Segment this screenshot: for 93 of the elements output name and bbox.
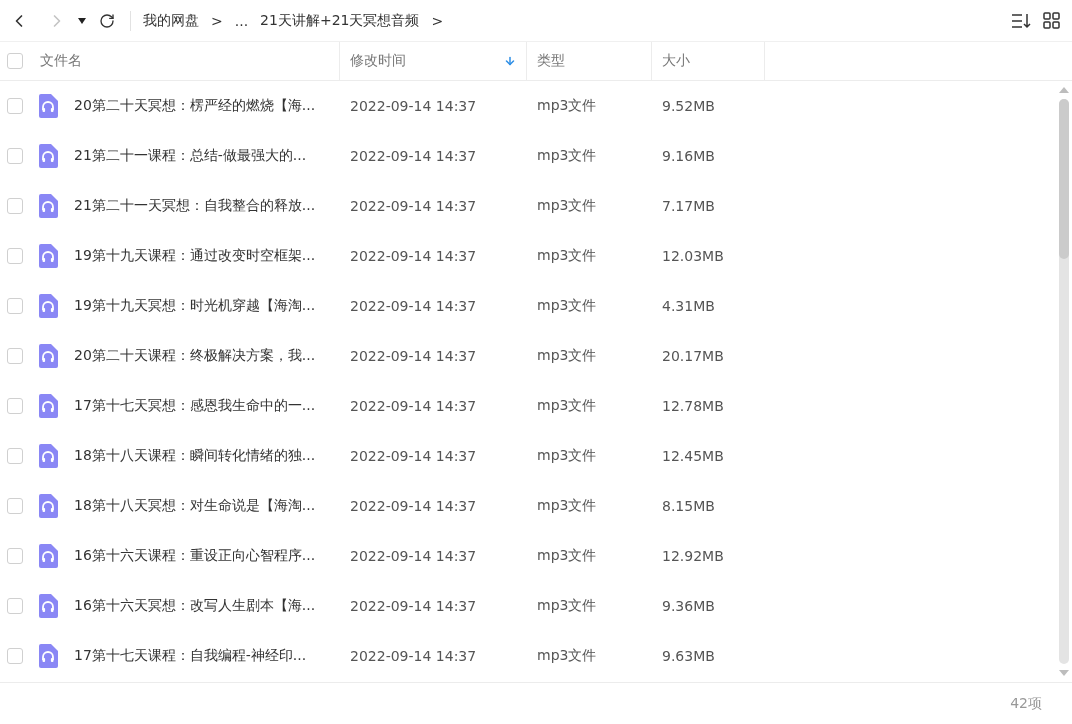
row-checkbox[interactable] bbox=[7, 598, 23, 614]
column-header[interactable]: 大小 bbox=[652, 42, 765, 80]
file-name[interactable]: 18第十八天课程：瞬间转化情绪的独... bbox=[74, 447, 340, 465]
file-type: mp3文件 bbox=[536, 547, 598, 565]
row-checkbox[interactable] bbox=[7, 348, 23, 364]
breadcrumb-separator: > bbox=[211, 12, 223, 29]
file-name[interactable]: 19第十九天课程：通过改变时空框架... bbox=[74, 247, 340, 265]
file-size: 9.63MB bbox=[661, 648, 716, 664]
file-size: 12.78MB bbox=[661, 398, 725, 414]
row-checkbox[interactable] bbox=[7, 548, 23, 564]
row-checkbox[interactable] bbox=[7, 248, 23, 264]
row-checkbox[interactable] bbox=[7, 198, 23, 214]
file-type: mp3文件 bbox=[536, 397, 598, 415]
file-name[interactable]: 21第二十一天冥想：自我整合的释放... bbox=[74, 197, 340, 215]
column-label: 文件名 bbox=[40, 52, 83, 70]
file-type: mp3文件 bbox=[536, 647, 598, 665]
file-name[interactable]: 21第二十一课程：总结-做最强大的... bbox=[74, 147, 340, 165]
file-size: 4.31MB bbox=[661, 298, 716, 314]
row-checkbox[interactable] bbox=[7, 498, 23, 514]
modified-time: 2022-09-14 14:37 bbox=[349, 448, 478, 464]
file-type: mp3文件 bbox=[536, 597, 598, 615]
audio-file-icon bbox=[38, 194, 58, 218]
modified-time: 2022-09-14 14:37 bbox=[349, 298, 478, 314]
file-size: 8.15MB bbox=[661, 498, 716, 514]
file-name[interactable]: 16第十六天冥想：改写人生剧本【海... bbox=[74, 597, 340, 615]
scroll-down-icon[interactable] bbox=[1059, 670, 1069, 676]
modified-time: 2022-09-14 14:37 bbox=[349, 498, 478, 514]
file-type: mp3文件 bbox=[536, 247, 598, 265]
column-header[interactable]: 类型 bbox=[527, 42, 652, 80]
breadcrumb-link[interactable]: ... bbox=[234, 12, 249, 29]
modified-time: 2022-09-14 14:37 bbox=[349, 648, 478, 664]
file-type: mp3文件 bbox=[536, 447, 598, 465]
scroll-up-icon[interactable] bbox=[1059, 87, 1069, 93]
column-label: 大小 bbox=[662, 52, 691, 70]
file-name[interactable]: 18第十八天冥想：对生命说是【海淘... bbox=[74, 497, 340, 515]
audio-file-icon bbox=[38, 644, 58, 668]
audio-file-icon bbox=[38, 494, 58, 518]
refresh-icon bbox=[99, 12, 115, 29]
file-type: mp3文件 bbox=[536, 97, 598, 115]
file-name[interactable]: 17第十七天课程：自我编程-神经印... bbox=[74, 647, 340, 665]
modified-time: 2022-09-14 14:37 bbox=[349, 198, 478, 214]
column-label: 类型 bbox=[537, 52, 566, 70]
file-type: mp3文件 bbox=[536, 147, 598, 165]
audio-file-icon bbox=[38, 594, 58, 618]
row-checkbox[interactable] bbox=[7, 648, 23, 664]
audio-file-icon bbox=[38, 94, 58, 118]
file-name[interactable]: 20第二十天课程：终极解决方案，我... bbox=[74, 347, 340, 365]
modified-time: 2022-09-14 14:37 bbox=[349, 248, 478, 264]
file-name[interactable]: 17第十七天冥想：感恩我生命中的一... bbox=[74, 397, 340, 415]
column-header[interactable]: 文件名 bbox=[30, 42, 340, 80]
column-label: 修改时间 bbox=[350, 52, 407, 70]
row-checkbox[interactable] bbox=[7, 298, 23, 314]
breadcrumb-link[interactable]: 21天讲解+21天冥想音频 bbox=[260, 11, 420, 30]
file-size: 9.36MB bbox=[661, 598, 716, 614]
modified-time: 2022-09-14 14:37 bbox=[349, 348, 478, 364]
audio-file-icon bbox=[38, 444, 58, 468]
sort-arrow-icon bbox=[504, 55, 516, 67]
modified-time: 2022-09-14 14:37 bbox=[349, 548, 478, 564]
breadcrumb-separator: > bbox=[431, 12, 444, 29]
column-header[interactable]: 修改时间 bbox=[340, 42, 527, 80]
modified-time: 2022-09-14 14:37 bbox=[349, 398, 478, 414]
file-type: mp3文件 bbox=[536, 297, 598, 315]
audio-file-icon bbox=[38, 144, 58, 168]
file-type: mp3文件 bbox=[536, 197, 598, 215]
breadcrumb-link[interactable]: 我的网盘 bbox=[143, 11, 199, 30]
audio-file-icon bbox=[38, 394, 58, 418]
row-checkbox[interactable] bbox=[7, 448, 23, 464]
audio-file-icon bbox=[38, 294, 58, 318]
file-type: mp3文件 bbox=[536, 497, 598, 515]
file-type: mp3文件 bbox=[536, 347, 598, 365]
file-size: 12.92MB bbox=[661, 548, 725, 564]
modified-time: 2022-09-14 14:37 bbox=[349, 148, 478, 164]
audio-file-icon bbox=[38, 544, 58, 568]
file-size: 9.52MB bbox=[661, 98, 716, 114]
row-checkbox[interactable] bbox=[7, 148, 23, 164]
file-size: 7.17MB bbox=[661, 198, 716, 214]
modified-time: 2022-09-14 14:37 bbox=[349, 598, 478, 614]
file-size: 20.17MB bbox=[661, 348, 725, 364]
modified-time: 2022-09-14 14:37 bbox=[349, 98, 478, 114]
scrollbar-track[interactable] bbox=[1059, 99, 1069, 664]
file-size: 9.16MB bbox=[661, 148, 716, 164]
audio-file-icon bbox=[38, 244, 58, 268]
row-checkbox[interactable] bbox=[7, 98, 23, 114]
file-size: 12.03MB bbox=[661, 248, 725, 264]
select-all-checkbox[interactable] bbox=[7, 53, 23, 69]
audio-file-icon bbox=[38, 344, 58, 368]
scrollbar-thumb[interactable] bbox=[1059, 99, 1069, 259]
row-checkbox[interactable] bbox=[7, 398, 23, 414]
file-name[interactable]: 20第二十天冥想：楞严经的燃烧【海... bbox=[74, 97, 340, 115]
file-name[interactable]: 19第十九天冥想：时光机穿越【海淘... bbox=[74, 297, 340, 315]
file-name[interactable]: 16第十六天课程：重设正向心智程序... bbox=[74, 547, 340, 565]
file-size: 12.45MB bbox=[661, 448, 725, 464]
item-count: 42项 bbox=[1010, 694, 1042, 713]
